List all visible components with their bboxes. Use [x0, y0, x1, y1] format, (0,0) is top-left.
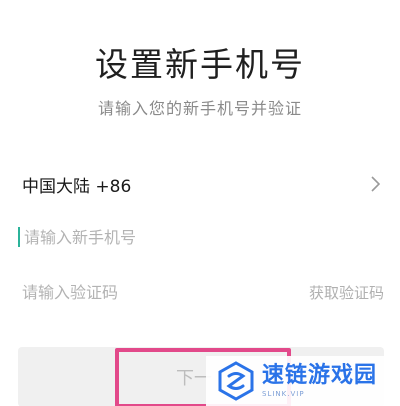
new-phone-input[interactable]	[24, 227, 264, 247]
phone-field-row	[18, 222, 384, 252]
watermark: 速链游戏园 SLINK.VIP	[206, 356, 400, 406]
text-caret	[18, 227, 20, 247]
chevron-right-icon	[366, 175, 384, 193]
code-field-row: 获取验证码	[22, 277, 384, 307]
watermark-text: 速链游戏园 SLINK.VIP	[262, 362, 378, 398]
slink-logo-icon	[216, 361, 256, 401]
get-code-button[interactable]: 获取验证码	[309, 282, 384, 303]
region-selector[interactable]: 中国大陆 +86	[22, 170, 384, 198]
watermark-name: 速链游戏园	[262, 362, 378, 388]
region-label: 中国大陆 +86	[22, 176, 132, 197]
set-new-phone-page: 设置新手机号 请输入您的新手机号并验证 中国大陆 +86 获取验证码 下一 速链…	[0, 0, 400, 406]
watermark-url: SLINK.VIP	[262, 389, 305, 398]
page-title: 设置新手机号	[95, 45, 305, 84]
page-subtitle: 请输入您的新手机号并验证	[97, 99, 302, 118]
verification-code-input[interactable]	[22, 282, 262, 302]
